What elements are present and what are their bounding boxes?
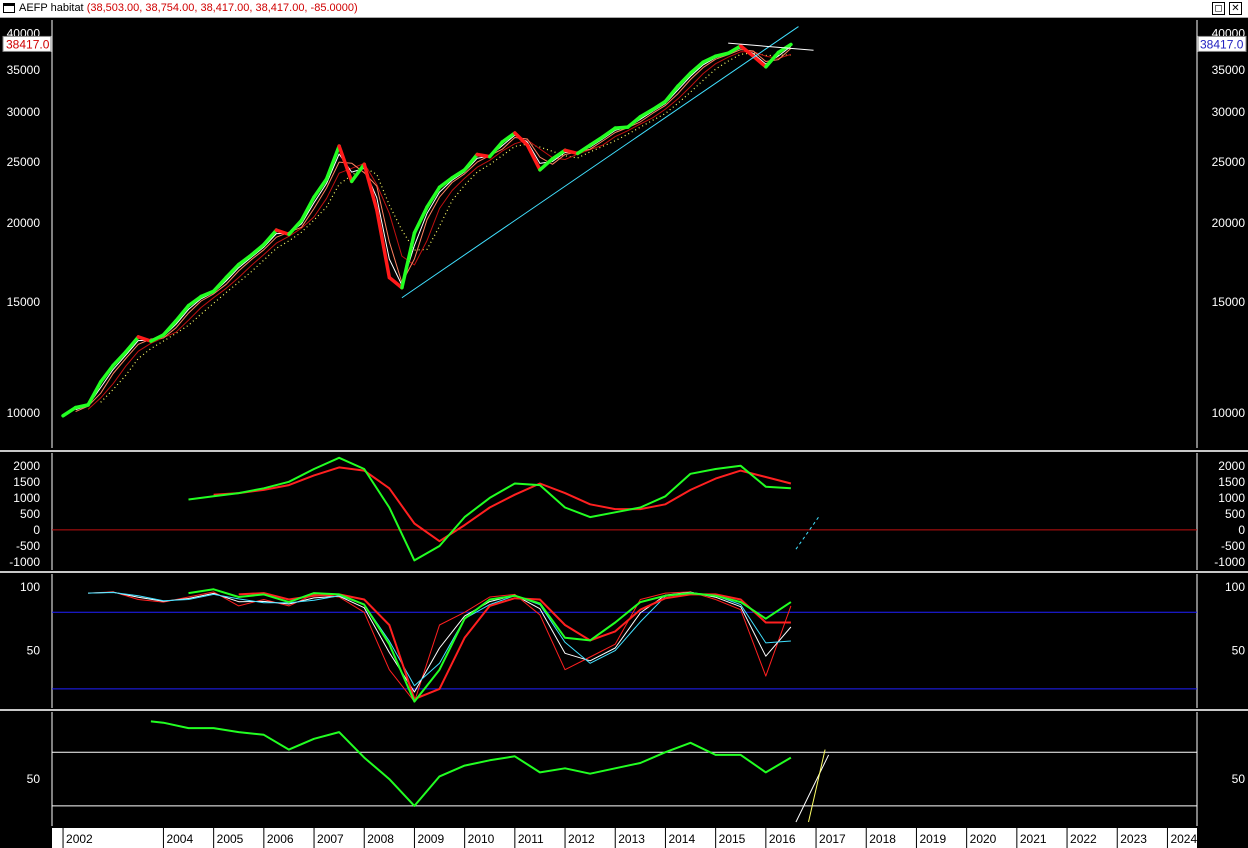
x-axis-year-label: 2007 bbox=[317, 832, 344, 846]
x-axis-year-label: 2015 bbox=[719, 832, 746, 846]
chart-canvas[interactable]: 10000 1000015000 1500020000 2000025000 25000… bbox=[0, 18, 1248, 848]
x-axis-year-label: 2005 bbox=[217, 832, 244, 846]
restore-button[interactable]: ◻ bbox=[1212, 2, 1225, 15]
x-axis-year-label: 2020 bbox=[970, 832, 997, 846]
ytick-label-right: 0 bbox=[1238, 523, 1245, 537]
ytick-label-right: 30000 bbox=[1212, 105, 1246, 119]
last-price-right: 38417.0 bbox=[1200, 37, 1244, 51]
window-title: AEFP habitat (38,503.00, 38,754.00, 38,4… bbox=[19, 2, 358, 15]
ytick-label-left: 0 bbox=[33, 523, 40, 537]
x-axis-year-label: 2012 bbox=[568, 832, 595, 846]
ohlc-values: (38,503.00, 38,754.00, 38,417.00, 38,417… bbox=[86, 2, 358, 14]
x-axis-year-label: 2014 bbox=[668, 832, 695, 846]
x-axis-year-label: 2016 bbox=[769, 832, 796, 846]
panel-separator-3 bbox=[0, 709, 1248, 711]
ytick-label-right: -1000 bbox=[1214, 555, 1245, 569]
symbol-name: AEFP habitat bbox=[19, 2, 84, 14]
x-axis-year-label: 2025 bbox=[1221, 832, 1248, 846]
ytick-label-right: 25000 bbox=[1212, 155, 1246, 169]
ytick-label-left: 100 bbox=[20, 580, 40, 594]
ytick-label-right: 2000 bbox=[1218, 459, 1245, 473]
ytick-label-left: 35000 bbox=[7, 63, 41, 77]
x-axis-year-label: 2013 bbox=[618, 832, 645, 846]
ytick-label-left: 10000 bbox=[7, 406, 41, 420]
chart-window: AEFP habitat (38,503.00, 38,754.00, 38,4… bbox=[0, 0, 1248, 848]
ytick-label-right: 1000 bbox=[1218, 491, 1245, 505]
ytick-label-left: -1000 bbox=[9, 555, 40, 569]
x-axis-year-label: 2022 bbox=[1070, 832, 1097, 846]
x-axis-year-label: 2011 bbox=[518, 832, 544, 846]
ytick-label-right: 100 bbox=[1225, 580, 1245, 594]
ytick-label-left: 1000 bbox=[13, 491, 40, 505]
ytick-label-left: 50 bbox=[27, 644, 41, 658]
ytick-label-right: 50 bbox=[1232, 772, 1246, 786]
ytick-label-left: 1500 bbox=[13, 475, 40, 489]
ytick-label-left: 20000 bbox=[7, 216, 41, 230]
x-axis-year-label: 2008 bbox=[367, 832, 394, 846]
chart-window-icon bbox=[3, 3, 15, 13]
window-titlebar[interactable]: AEFP habitat (38,503.00, 38,754.00, 38,4… bbox=[0, 0, 1248, 18]
x-axis-year-label: 2017 bbox=[819, 832, 846, 846]
x-axis-year-label: 2006 bbox=[267, 832, 294, 846]
ytick-label-left: -500 bbox=[16, 539, 40, 553]
x-axis-year-label: 2023 bbox=[1120, 832, 1147, 846]
x-axis-year-label: 2010 bbox=[468, 832, 495, 846]
ytick-label-right: 35000 bbox=[1212, 63, 1246, 77]
ytick-label-left: 30000 bbox=[7, 105, 41, 119]
ytick-label-right: 10000 bbox=[1212, 406, 1246, 420]
ytick-label-right: 50 bbox=[1232, 644, 1246, 658]
x-axis-year-label: 2024 bbox=[1170, 832, 1197, 846]
ytick-label-left: 2000 bbox=[13, 459, 40, 473]
ytick-label-left: 15000 bbox=[7, 295, 41, 309]
ytick-label-right: 15000 bbox=[1212, 295, 1246, 309]
price-segment bbox=[613, 125, 630, 130]
ytick-label-left: 50 bbox=[27, 772, 41, 786]
ytick-label-right: 20000 bbox=[1212, 216, 1246, 230]
ytick-label-left: 500 bbox=[20, 507, 40, 521]
ytick-label-right: 1500 bbox=[1218, 475, 1245, 489]
close-button[interactable]: ✕ bbox=[1229, 2, 1242, 15]
chart-background bbox=[0, 18, 1248, 848]
x-axis-year-label: 2002 bbox=[66, 832, 93, 846]
ytick-label-left: 25000 bbox=[7, 155, 41, 169]
panel-separator-1 bbox=[0, 450, 1248, 452]
x-axis-year-label: 2004 bbox=[166, 832, 193, 846]
price-segment bbox=[475, 152, 492, 159]
ytick-label-right: 500 bbox=[1225, 507, 1245, 521]
x-axis-year-label: 2019 bbox=[919, 832, 946, 846]
x-axis-year-label: 2018 bbox=[869, 832, 896, 846]
panel-separator-2 bbox=[0, 571, 1248, 573]
x-axis-year-label: 2009 bbox=[417, 832, 444, 846]
ytick-label-right: -500 bbox=[1221, 539, 1245, 553]
last-price-left: 38417.0 bbox=[6, 37, 50, 51]
x-axis-year-label: 2021 bbox=[1020, 832, 1047, 846]
